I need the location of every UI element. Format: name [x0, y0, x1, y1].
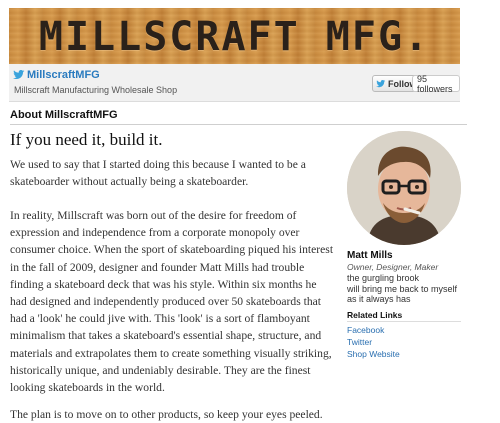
person-quote: the gurgling brook will bring me back to…	[347, 273, 457, 305]
shop-website-link[interactable]: Shop Website	[347, 349, 400, 359]
profile-handle-link[interactable]: MillscraftMFG	[27, 69, 100, 81]
quote-line: as it always has	[347, 294, 411, 304]
about-paragraph: The plan is to move on to other products…	[10, 408, 323, 421]
quote-line: the gurgling brook	[347, 273, 420, 283]
twitter-bird-icon	[13, 70, 25, 79]
page-headline: If you need it, build it.	[10, 130, 163, 149]
facebook-link[interactable]: Facebook	[347, 325, 384, 335]
divider	[10, 124, 467, 125]
profile-description: Millscraft Manufacturing Wholesale Shop	[14, 85, 178, 95]
avatar-photo	[347, 131, 461, 245]
about-heading: About MillscraftMFG	[10, 109, 118, 121]
about-paragraph: In reality, Millscraft was born out of t…	[10, 209, 334, 395]
person-name: Matt Mills	[347, 250, 393, 261]
twitter-link[interactable]: Twitter	[347, 337, 372, 347]
twitter-bird-icon	[376, 79, 386, 87]
header-banner: MILLSCRAFT MFG.	[9, 8, 460, 64]
divider	[347, 321, 461, 322]
followers-count[interactable]: 95 followers	[412, 74, 460, 94]
quote-line: will bring me back to myself	[347, 283, 458, 294]
profile-bar: MillscraftMFG Millscraft Manufacturing W…	[9, 64, 460, 102]
banner-title: MILLSCRAFT MFG.	[38, 14, 431, 60]
about-paragraph: We used to say that I started doing this…	[10, 158, 306, 189]
related-links-heading: Related Links	[347, 310, 403, 320]
person-role: Owner, Designer, Maker	[347, 262, 439, 272]
avatar	[347, 131, 461, 245]
